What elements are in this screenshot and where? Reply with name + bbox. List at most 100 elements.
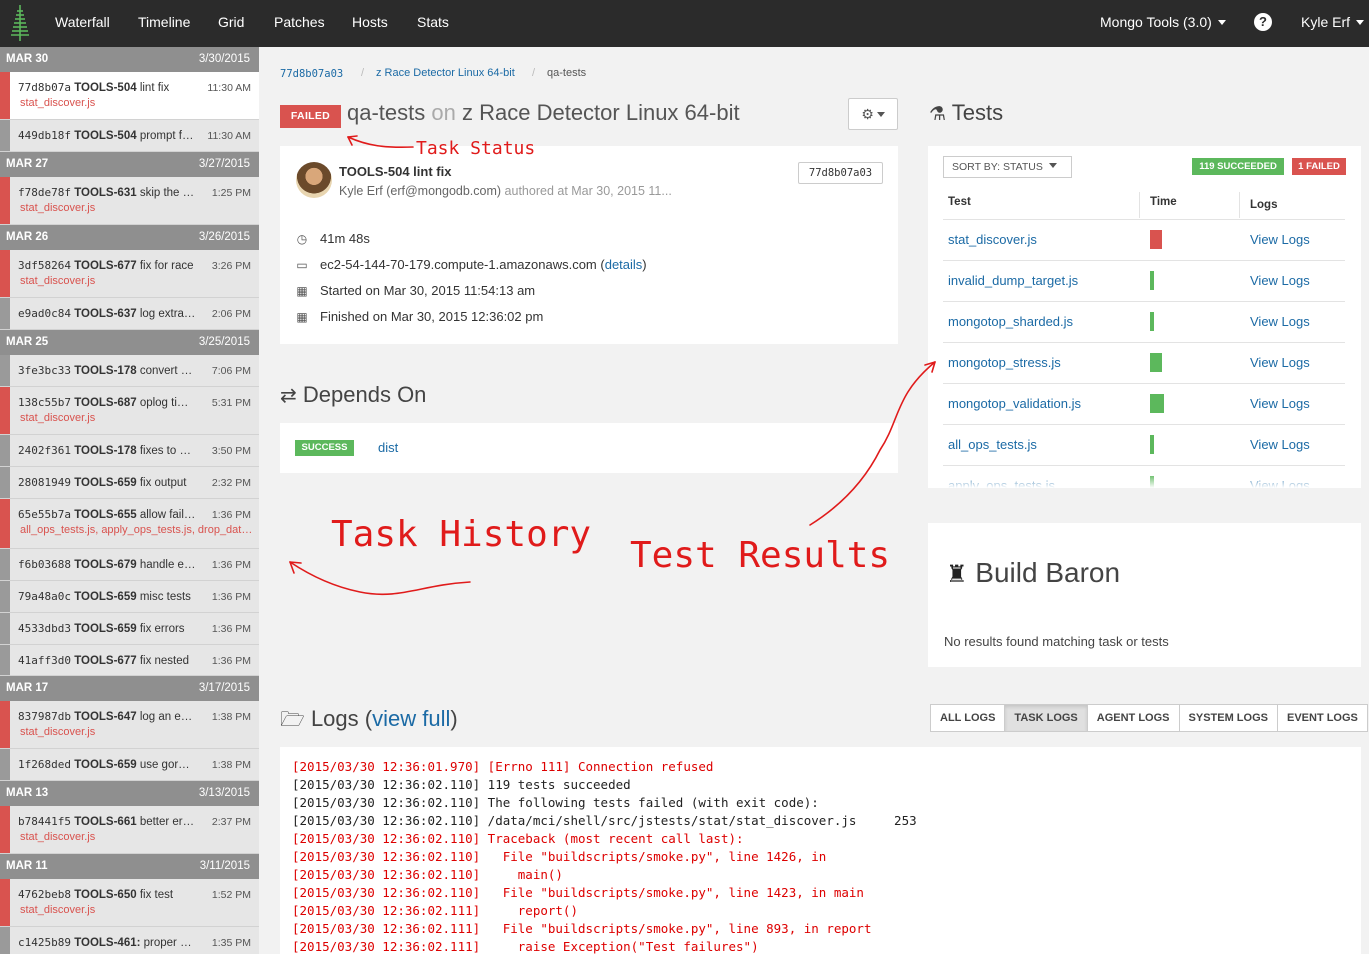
commit-summary: b78441f5 TOOLS-661 better errors <box>18 815 196 828</box>
commit-summary: 41aff3d0 TOOLS-677 fix nested <box>18 654 196 667</box>
commit-message: oplog timestamp <box>139 397 196 409</box>
view-logs-link[interactable]: View Logs <box>1250 355 1310 370</box>
column-header-time[interactable]: Time <box>1150 196 1177 208</box>
task-on-word: on <box>431 100 456 125</box>
tab-agent-logs[interactable]: AGENT LOGS <box>1088 705 1180 731</box>
commit-hash: 1f268ded <box>18 758 71 771</box>
breadcrumb-variant[interactable]: z Race Detector Linux 64-bit <box>376 67 515 79</box>
commit-ticket: TOOLS-637 <box>74 308 137 320</box>
test-name-link[interactable]: invalid_dump_target.js <box>948 273 1078 288</box>
status-bar <box>0 250 10 297</box>
day-label: MAR 17 <box>6 682 49 694</box>
column-header-test[interactable]: Test <box>948 196 971 208</box>
finished-row: ▦ Finished on Mar 30, 2015 12:36:02 pm <box>295 309 543 324</box>
sort-by-dropdown[interactable]: SORT BY: STATUS <box>943 156 1072 178</box>
view-logs-link[interactable]: View Logs <box>1250 396 1310 411</box>
tab-task-logs[interactable]: TASK LOGS <box>1005 705 1088 731</box>
task-history-item[interactable]: 41aff3d0 TOOLS-677 fix nested 1:36 PM <box>0 645 259 676</box>
host-row: ▭ ec2-54-144-70-179.compute-1.amazonaws.c… <box>296 257 647 272</box>
task-history-item[interactable]: 837987db TOOLS-647 log an error 1:38 PM st… <box>0 701 259 749</box>
log-line: [2015/03/30 12:36:02.111] File "buildscr… <box>292 921 872 936</box>
log-line: [2015/03/30 12:36:01.970] [Errno 111] Co… <box>292 759 714 774</box>
nav-stats[interactable]: Stats <box>417 14 449 30</box>
view-logs-link[interactable]: View Logs <box>1250 232 1310 247</box>
task-history-item[interactable]: 449db18f TOOLS-504 prompt for password 11… <box>0 120 259 152</box>
nav-timeline[interactable]: Timeline <box>138 14 190 30</box>
tab-all-logs[interactable]: ALL LOGS <box>931 705 1006 731</box>
commit-time: 1:52 PM <box>211 889 251 901</box>
commit-message: convert options <box>139 365 196 377</box>
help-icon[interactable]: ? <box>1254 13 1272 31</box>
nav-patches[interactable]: Patches <box>274 14 325 30</box>
commit-summary: c1425b89 TOOLS-461: proper handling <box>18 936 196 949</box>
test-name-link[interactable]: mongotop_sharded.js <box>948 314 1073 329</box>
task-status-badge: FAILED <box>280 105 341 128</box>
commit-summary: 837987db TOOLS-647 log an error <box>18 710 196 723</box>
commit-summary: 3df58264 TOOLS-677 fix for race <box>18 259 196 272</box>
nav-grid[interactable]: Grid <box>218 14 244 30</box>
view-logs-link[interactable]: View Logs <box>1250 437 1310 452</box>
test-name-link[interactable]: stat_discover.js <box>948 232 1037 247</box>
commit-time: 1:36 PM <box>211 509 251 521</box>
task-history-item[interactable]: e9ad0c84 TOOLS-637 log extra output 2:06 … <box>0 298 259 330</box>
status-bar <box>0 298 10 329</box>
day-header: MAR 17 3/17/2015 <box>0 676 259 701</box>
task-history-item[interactable]: 138c55b7 TOOLS-687 oplog timestamp 5:31 P… <box>0 387 259 435</box>
commit-hash: f6b03688 <box>18 558 71 571</box>
commit-time: 3:50 PM <box>211 445 251 457</box>
gear-icon: ⚙ <box>861 106 874 122</box>
commit-hash-box[interactable]: 77d8b07a03 <box>798 162 883 184</box>
task-history-item[interactable]: b78441f5 TOOLS-661 better errors 2:37 PM s… <box>0 806 259 854</box>
status-bar <box>0 549 10 580</box>
view-full-logs-link[interactable]: view full <box>372 706 450 731</box>
user-menu[interactable]: Kyle Erf <box>1301 14 1365 30</box>
commit-summary: e9ad0c84 TOOLS-637 log extra output <box>18 307 196 320</box>
task-history-item[interactable]: 2402f361 TOOLS-178 fixes to options 3:50 … <box>0 435 259 467</box>
commit-hash: e9ad0c84 <box>18 307 71 320</box>
task-history-item[interactable]: 3fe3bc33 TOOLS-178 convert options 7:06 P… <box>0 355 259 387</box>
failed-count-badge[interactable]: 1 FAILED <box>1292 158 1346 175</box>
breadcrumb-commit[interactable]: 77d8b07a03 <box>280 68 343 80</box>
task-history-item[interactable]: 28081949 TOOLS-659 fix output 2:32 PM <box>0 467 259 499</box>
commit-ticket: TOOLS-659 <box>74 623 137 635</box>
commit-time: 1:35 PM <box>211 937 251 949</box>
task-actions-button[interactable]: ⚙ <box>848 98 898 130</box>
status-bar <box>0 701 10 748</box>
commit-title: TOOLS-504 lint fix <box>339 164 452 179</box>
task-history-item[interactable]: f78de78f TOOLS-631 skip the test 1:25 PM s… <box>0 177 259 225</box>
task-history-item[interactable]: 3df58264 TOOLS-677 fix for race 3:26 PM st… <box>0 250 259 298</box>
failed-tests: stat_discover.js <box>20 275 96 287</box>
status-bar <box>0 645 10 675</box>
test-name-link[interactable]: all_ops_tests.js <box>948 437 1037 452</box>
table-row: mongotop_sharded.js View Logs <box>943 301 1345 342</box>
nav-waterfall[interactable]: Waterfall <box>55 14 110 30</box>
task-history-item[interactable]: c1425b89 TOOLS-461: proper handling 1:35 … <box>0 927 259 954</box>
day-header: MAR 26 3/26/2015 <box>0 225 259 250</box>
project-selector[interactable]: Mongo Tools (3.0) <box>1100 14 1226 30</box>
evergreen-tree-icon[interactable] <box>8 3 32 43</box>
succeeded-count-badge[interactable]: 119 SUCCEEDED <box>1192 158 1284 175</box>
host-details-link[interactable]: details <box>605 257 643 272</box>
tab-system-logs[interactable]: SYSTEM LOGS <box>1180 705 1278 731</box>
tests-heading: ⚗ Tests <box>929 100 1003 126</box>
task-history-item[interactable]: 4762beb8 TOOLS-650 fix test 1:52 PM stat_d… <box>0 879 259 927</box>
nav-hosts[interactable]: Hosts <box>352 14 388 30</box>
test-name-link[interactable]: mongotop_stress.js <box>948 355 1061 370</box>
task-history-item[interactable]: 77d8b07a TOOLS-504 lint fix 11:30 AM stat_… <box>0 72 259 120</box>
calendar-icon: ▦ <box>296 284 308 298</box>
commit-time: 1:25 PM <box>211 187 251 199</box>
commit-time: 1:38 PM <box>211 711 251 723</box>
chevron-down-icon <box>1217 20 1226 25</box>
view-logs-link[interactable]: View Logs <box>1250 273 1310 288</box>
task-history-item[interactable]: 65e55b7a TOOLS-655 allow failures 1:36 PM… <box>0 499 259 549</box>
view-logs-link[interactable]: View Logs <box>1250 314 1310 329</box>
task-history-item[interactable]: 1f268ded TOOLS-659 use goroutines 1:38 PM <box>0 749 259 781</box>
tab-event-logs[interactable]: EVENT LOGS <box>1278 705 1367 731</box>
dependency-link[interactable]: dist <box>378 440 398 455</box>
task-history-item[interactable]: f6b03688 TOOLS-679 handle errors 1:36 PM <box>0 549 259 581</box>
task-history-item[interactable]: 79a48a0c TOOLS-659 misc tests 1:36 PM <box>0 581 259 613</box>
commit-time: 3:26 PM <box>211 260 251 272</box>
test-name-link[interactable]: mongotop_validation.js <box>948 396 1081 411</box>
chevron-down-icon <box>1356 20 1365 25</box>
task-history-item[interactable]: 4533dbd3 TOOLS-659 fix errors 1:36 PM <box>0 613 259 645</box>
